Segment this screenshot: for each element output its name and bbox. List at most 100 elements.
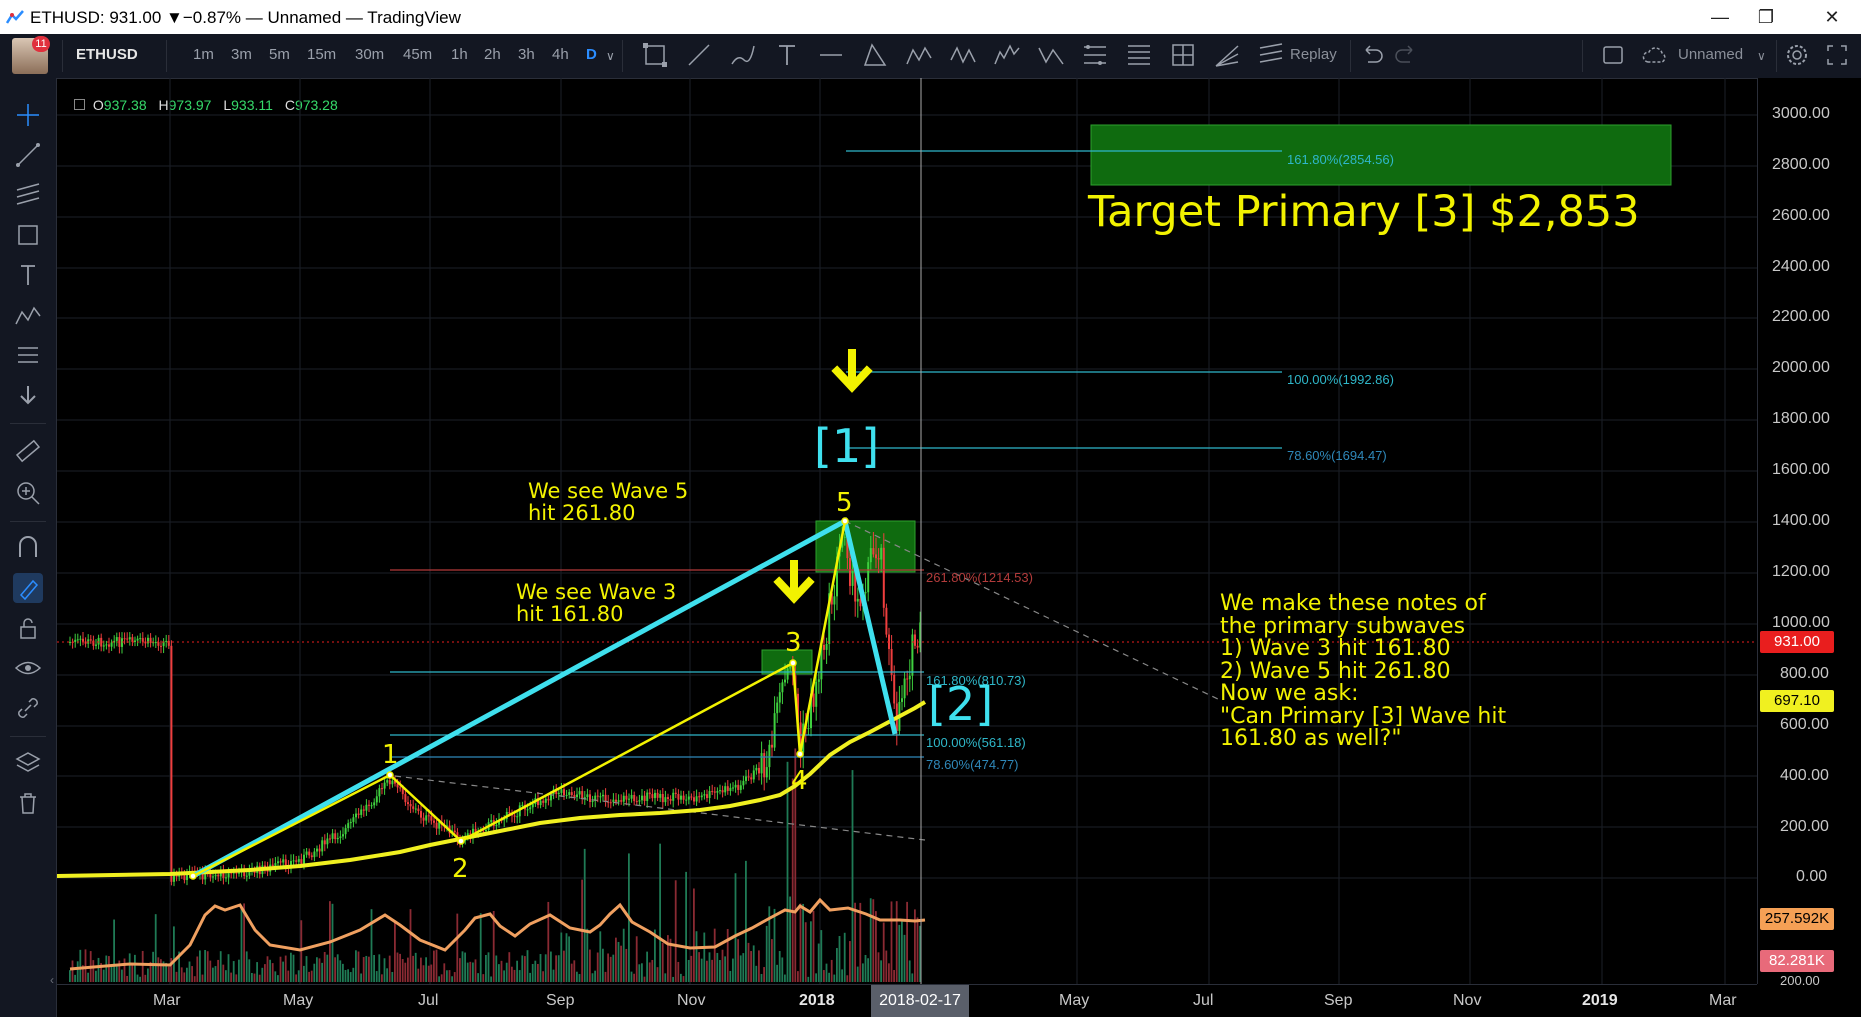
zoom-in-icon[interactable] (13, 478, 43, 508)
wxy-pattern-icon[interactable] (904, 40, 934, 70)
crosshair-cursor-icon[interactable] (13, 100, 43, 130)
volume-bar (903, 934, 906, 982)
target-zone-box[interactable] (1090, 124, 1672, 186)
trend-line-tool-icon[interactable] (13, 140, 43, 170)
time-axis[interactable]: Mar May Jul Sep Nov 2018 May Jul Sep Nov… (57, 984, 1757, 1017)
volume-bar (282, 961, 284, 982)
elliott-impulse-icon[interactable] (992, 40, 1022, 70)
elliott-correction-icon[interactable] (1036, 40, 1066, 70)
volume-bar (318, 958, 321, 982)
timeframe-15m[interactable]: 15m (307, 46, 336, 63)
volume-bar (74, 974, 76, 982)
pitchfork-icon[interactable] (860, 40, 890, 70)
settings-gear-icon[interactable] (1782, 40, 1812, 70)
candle-body (95, 644, 97, 646)
collapse-panel-chevron-icon[interactable]: ‹ (50, 973, 54, 987)
volume-bar (875, 911, 877, 982)
close-button[interactable]: ✕ (1809, 2, 1855, 32)
volume-bar (638, 964, 641, 982)
note-line: "Can Primary [3] Wave hit (1220, 704, 1506, 729)
timeframe-d[interactable]: D (586, 46, 597, 63)
fib-retracement-icon[interactable] (1080, 40, 1110, 70)
timeframe-3m[interactable]: 3m (231, 46, 252, 63)
layout-dropdown-chevron-icon[interactable]: ∨ (1757, 49, 1766, 63)
ruler-icon[interactable] (13, 436, 43, 466)
arrow-down-icon[interactable] (13, 380, 43, 410)
volume-bar (225, 970, 227, 982)
text-tool-icon[interactable] (772, 40, 802, 70)
fullscreen-expand-icon[interactable] (1822, 40, 1852, 70)
candle-body (118, 637, 121, 647)
cloud-icon[interactable] (1640, 40, 1670, 70)
candle-body (152, 642, 155, 644)
undo-icon[interactable] (1356, 40, 1386, 70)
volume-bar (550, 951, 552, 982)
trend-line-icon[interactable] (684, 40, 714, 70)
timeframe-45m[interactable]: 45m (403, 46, 432, 63)
price-chart[interactable]: 161.80%(2854.56) 100.00%(1992.86) 78.60%… (0, 0, 1861, 1017)
candle-body (240, 868, 243, 873)
candlesticks (69, 525, 922, 887)
fullscreen-layout-icon[interactable] (1598, 40, 1628, 70)
pattern-tool-icon[interactable] (13, 300, 43, 330)
trash-icon[interactable] (13, 788, 43, 818)
magnet-icon[interactable] (13, 533, 43, 563)
gann-box-icon[interactable] (1168, 40, 1198, 70)
volume-bar (102, 969, 105, 982)
timeframe-1m[interactable]: 1m (193, 46, 214, 63)
eye-icon[interactable] (13, 653, 43, 683)
prediction-tool-icon[interactable] (13, 340, 43, 370)
replay-button[interactable]: Replay (1290, 46, 1337, 63)
volume-bar (778, 951, 781, 982)
timeframe-3h[interactable]: 3h (518, 46, 535, 63)
restore-button[interactable]: ❐ (1743, 2, 1789, 32)
fib-fan-icon[interactable] (1212, 40, 1242, 70)
timeframe-dropdown-chevron-icon[interactable]: ∨ (606, 49, 615, 63)
wave3-zone-box[interactable] (761, 649, 813, 675)
crosshair-selection-icon[interactable] (640, 40, 670, 70)
fib-extension-icon[interactable] (1124, 40, 1154, 70)
candle-body (368, 804, 370, 806)
timeframe-5m[interactable]: 5m (269, 46, 290, 63)
volume-bar (183, 972, 186, 982)
stay-in-drawing-mode-icon[interactable] (13, 573, 43, 603)
pitchfork-tool-icon[interactable] (13, 180, 43, 210)
volume-bar (643, 976, 646, 982)
volume-bar (446, 970, 448, 982)
fib-channel-icon[interactable] (1256, 40, 1286, 70)
volume-bar (591, 973, 594, 982)
timeframe-4h[interactable]: 4h (552, 46, 569, 63)
symbol-search-button[interactable]: ETHUSD (76, 46, 138, 63)
abcde-pattern-icon[interactable] (948, 40, 978, 70)
timeframe-1h[interactable]: 1h (451, 46, 468, 63)
rectangle-tool-icon[interactable] (13, 220, 43, 250)
timeframe-30m[interactable]: 30m (355, 46, 384, 63)
lock-icon[interactable] (13, 613, 43, 643)
layout-name-button[interactable]: Unnamed (1678, 46, 1743, 63)
panel-divider (10, 736, 46, 737)
volume-bar (121, 969, 123, 982)
brush-icon[interactable] (728, 40, 758, 70)
price-axis[interactable]: 3000.00 2800.00 2600.00 2400.00 2200.00 … (1757, 78, 1861, 988)
volume-bar (703, 932, 706, 982)
volume-bar (732, 958, 734, 982)
minimize-button[interactable]: — (1697, 2, 1743, 32)
volume-bar (750, 951, 752, 982)
wave5-zone-box[interactable] (815, 520, 916, 573)
timeframe-2h[interactable]: 2h (484, 46, 501, 63)
link-icon[interactable] (13, 693, 43, 723)
volume-bar (87, 972, 89, 982)
volume-bar (836, 948, 838, 982)
volume-bar (173, 926, 175, 982)
text-tool-panel-icon[interactable] (13, 260, 43, 290)
volume-bar (511, 966, 513, 982)
horizontal-line-icon[interactable] (816, 40, 846, 70)
candle-body (466, 833, 469, 837)
candle-body (789, 664, 792, 669)
candle-body (401, 788, 404, 795)
volume-bar (768, 906, 771, 982)
redo-icon[interactable] (1392, 40, 1422, 70)
candle-body (919, 622, 922, 648)
legend-toggle-icon[interactable] (74, 99, 85, 110)
layers-icon[interactable] (13, 748, 43, 778)
